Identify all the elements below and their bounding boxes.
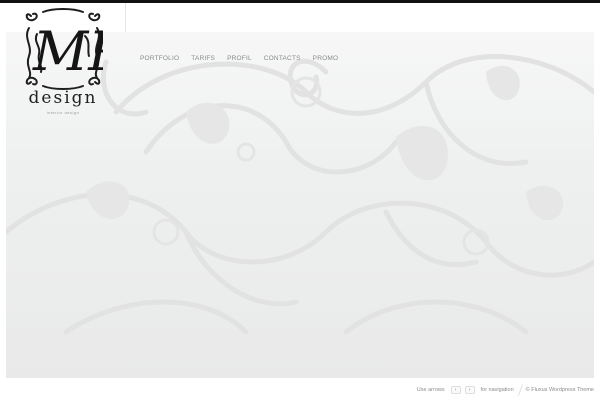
prev-arrow-button[interactable]: ‹	[450, 386, 461, 394]
nav-item-contacts[interactable]: CONTACTS	[264, 55, 301, 62]
next-arrow-button[interactable]: ›	[464, 386, 475, 394]
for-navigation-text: for navigation	[480, 387, 514, 393]
nav-item-promo[interactable]: PROMO	[313, 55, 339, 62]
mp-monogram-logo: MP	[25, 8, 103, 90]
main-nav: PORTFOLIO TARIFS PROFIL CONTACTS PROMO	[140, 55, 350, 62]
header-divider	[125, 3, 126, 32]
logo-wordmark: design	[28, 88, 98, 108]
footer-bar: Use arrows ‹ › for navigation © Fluxus W…	[0, 380, 600, 400]
logo-tagline: interior design	[46, 110, 80, 115]
footer-navigation-hint: Use arrows ‹ › for navigation © Fluxus W…	[417, 385, 594, 395]
logo-monogram-text: MP	[32, 20, 103, 83]
nav-item-profil[interactable]: PROFIL	[227, 55, 252, 62]
use-arrows-text: Use arrows	[416, 387, 445, 393]
nav-item-portfolio[interactable]: PORTFOLIO	[140, 55, 179, 62]
footer-separator	[517, 385, 523, 395]
site-logo[interactable]: MP design interior design	[20, 8, 106, 115]
nav-item-tarifs[interactable]: TARIFS	[191, 55, 215, 62]
footer-credit-link[interactable]: © Fluxus Wordpress Theme	[526, 387, 594, 393]
